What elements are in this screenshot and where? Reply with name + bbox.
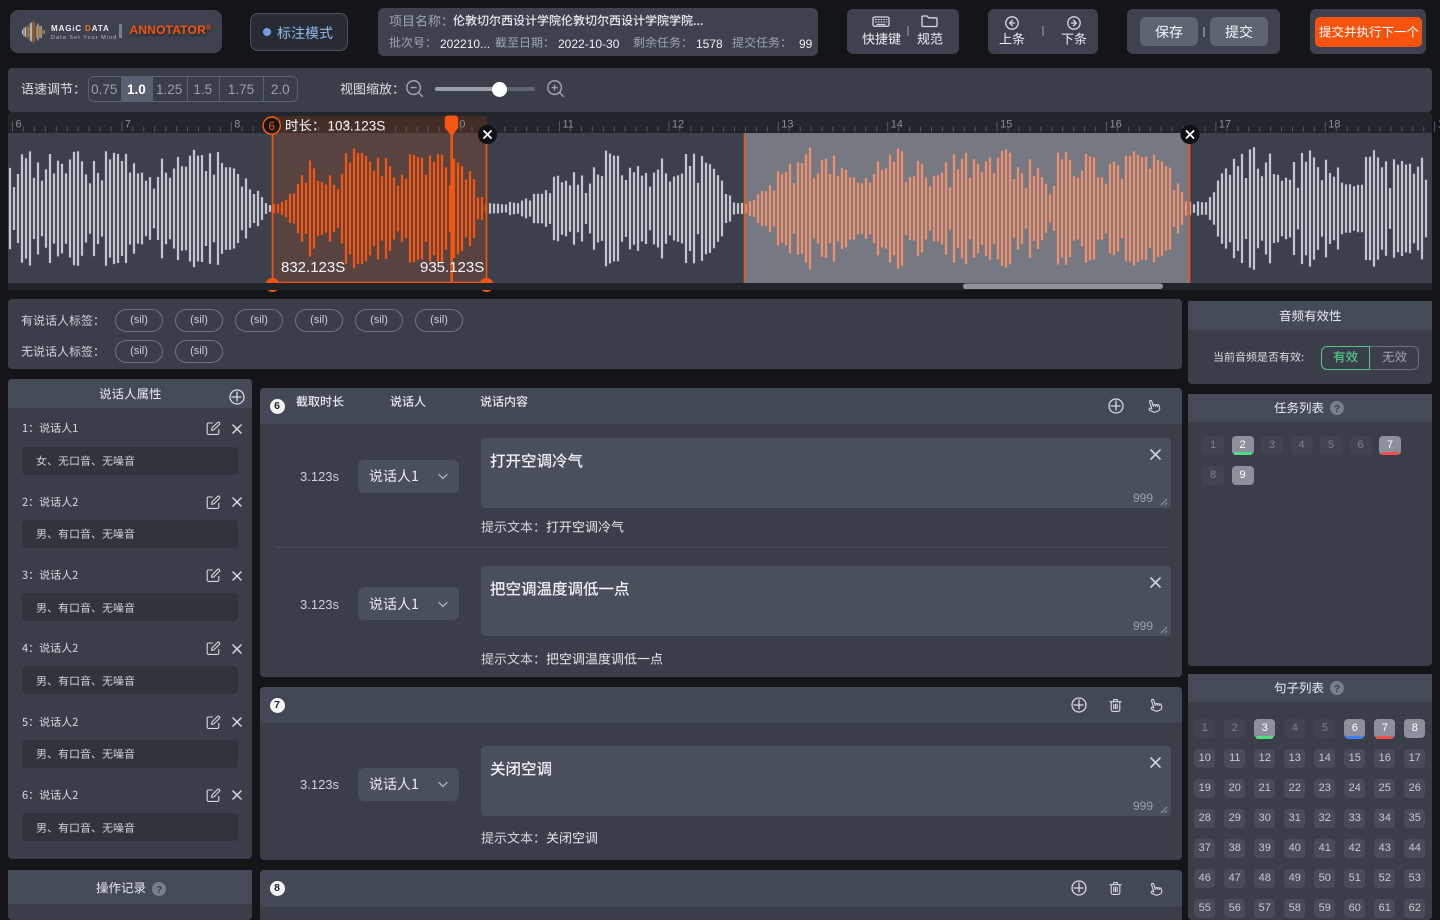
svg-text:17: 17: [1219, 119, 1231, 131]
svg-text:8: 8: [234, 119, 240, 131]
svg-text:?: ?: [1334, 404, 1340, 415]
svg-text:103.123S: 103.123S: [328, 119, 386, 134]
svg-text:832.123S: 832.123S: [281, 259, 345, 276]
svg-text:12: 12: [672, 119, 684, 131]
svg-text:6: 6: [268, 121, 274, 133]
svg-text:935.123S: 935.123S: [420, 259, 484, 276]
svg-text:?: ?: [1334, 684, 1340, 695]
svg-text:7: 7: [125, 119, 131, 131]
svg-text:14: 14: [891, 119, 903, 131]
svg-text:15: 15: [1000, 119, 1012, 131]
svg-text:6: 6: [16, 119, 22, 131]
svg-text:11: 11: [563, 119, 574, 131]
svg-text:16: 16: [1110, 119, 1122, 131]
svg-text:?: ?: [156, 885, 162, 896]
svg-text:18: 18: [1328, 119, 1340, 131]
svg-text:13: 13: [781, 119, 793, 131]
